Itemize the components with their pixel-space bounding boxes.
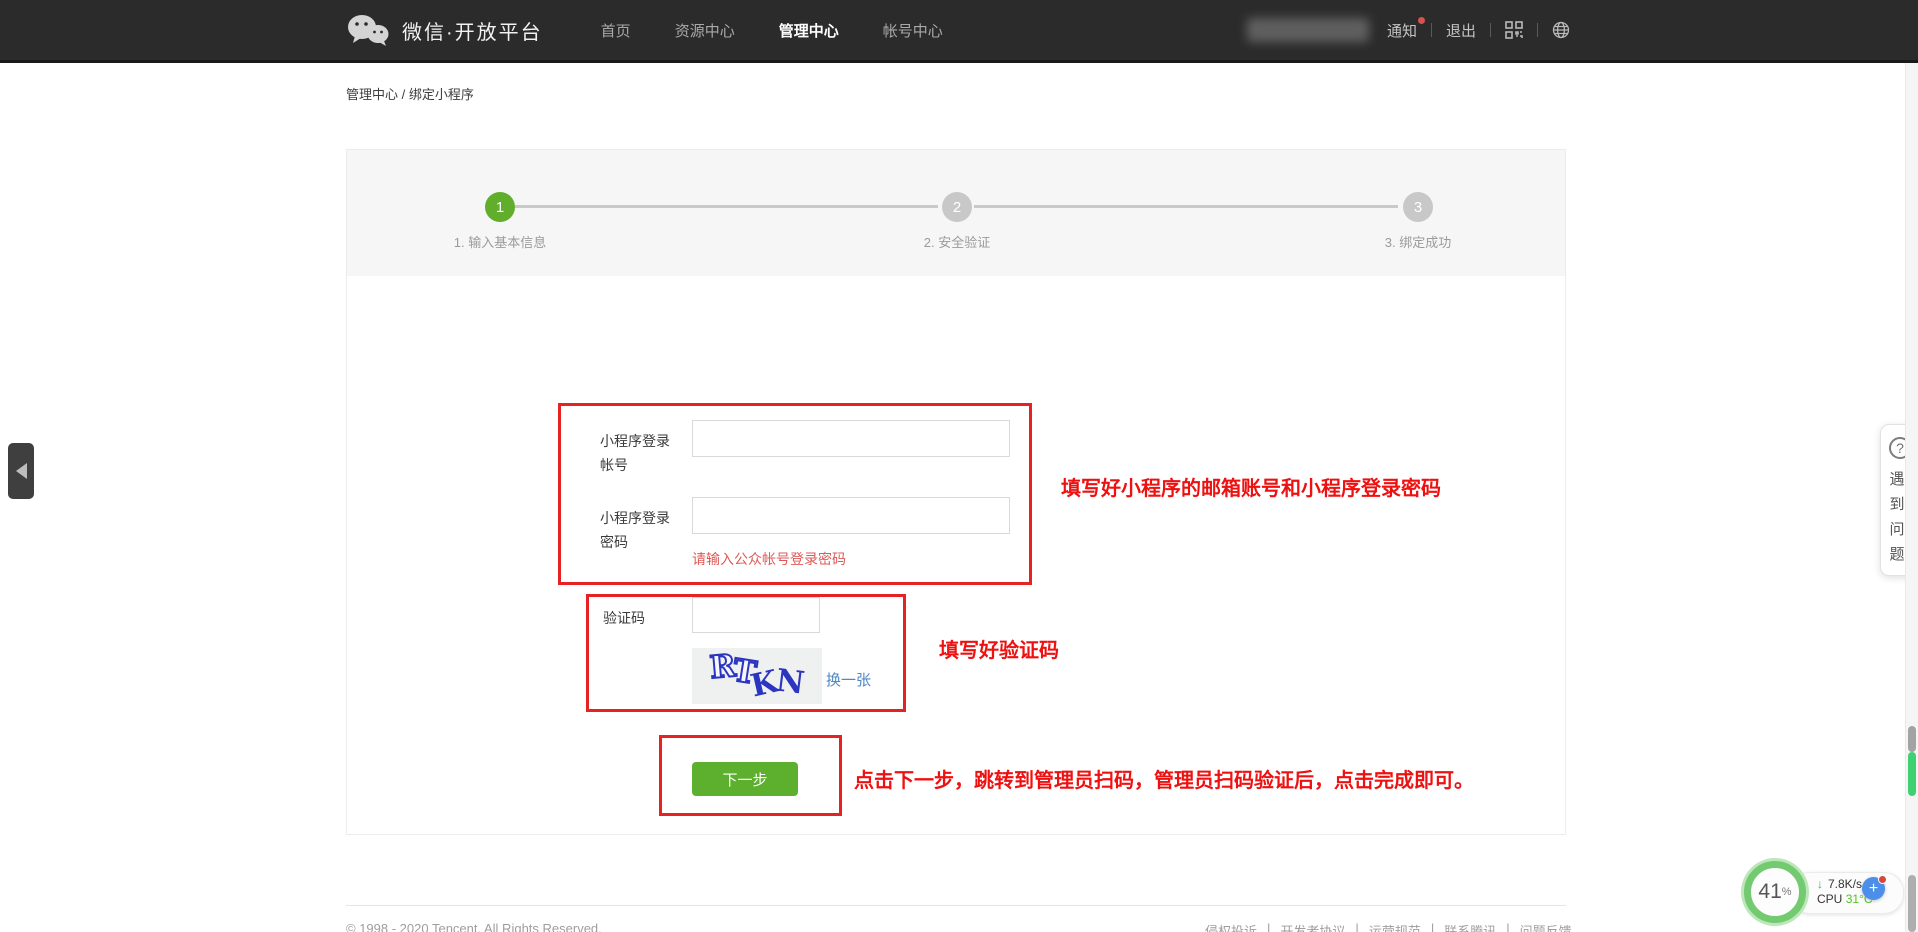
footer-copyright: © 1998 - 2020 Tencent. All Rights Reserv… <box>346 921 602 932</box>
plus-icon: + <box>1869 880 1878 898</box>
nav-item-home[interactable]: 首页 <box>601 20 631 41</box>
logout-link[interactable]: 退出 <box>1446 20 1476 41</box>
memory-percent-unit: % <box>1782 886 1792 898</box>
notice-label: 通知 <box>1387 23 1417 40</box>
step-connector <box>515 205 938 208</box>
download-arrow-icon: ↓ <box>1817 877 1823 891</box>
nav-item-account[interactable]: 帐号中心 <box>883 20 943 41</box>
scrollbar-thumb[interactable] <box>1908 726 1916 752</box>
navbar-right: 通知 退出 <box>1247 18 1570 42</box>
breadcrumb: 管理中心 / 绑定小程序 <box>346 84 474 103</box>
annotation-text-next: 点击下一步，跳转到管理员扫码，管理员扫码验证后，点击完成即可。 <box>854 764 1474 793</box>
footer-link[interactable]: 侵权投诉 <box>1205 921 1257 932</box>
divider <box>1490 23 1491 37</box>
annotation-box-credentials <box>558 403 1032 585</box>
footer-link[interactable]: 问题反馈 <box>1520 921 1572 932</box>
language-globe-icon[interactable] <box>1552 21 1570 39</box>
wechat-logo-icon <box>346 13 390 47</box>
notification-dot <box>1878 875 1887 884</box>
main-nav: 首页 资源中心 管理中心 帐号中心 <box>601 20 943 41</box>
step-2-circle: 2 <box>942 192 972 222</box>
step-1-label: 1. 输入基本信息 <box>454 232 546 251</box>
step-1-circle: 1 <box>485 192 515 222</box>
divider <box>1431 23 1432 37</box>
boost-plus-button[interactable]: + <box>1862 877 1885 900</box>
footer-separator: | <box>1431 921 1434 932</box>
step-3-circle: 3 <box>1403 192 1433 222</box>
brand-name: 微信·开放平台 <box>402 16 543 45</box>
step-connector <box>974 205 1398 208</box>
footer-link[interactable]: 运营规范 <box>1369 921 1421 932</box>
wechat-open-platform-page: 微信·开放平台 首页 资源中心 管理中心 帐号中心 通知 退出 <box>0 0 1918 932</box>
scrollbar-marker-green <box>1908 752 1916 796</box>
bind-miniprogram-card: 1 2 3 1. 输入基本信息 2. 安全验证 3. 绑定成功 小程序登录帐号 … <box>346 149 1566 835</box>
cpu-label: CPU <box>1817 892 1842 906</box>
footer-link[interactable]: 开发者协议 <box>1280 921 1345 932</box>
steps-header: 1 2 3 1. 输入基本信息 2. 安全验证 3. 绑定成功 <box>347 150 1565 276</box>
footer-links: 侵权投诉 | 开发者协议 | 运营规范 | 联系腾讯 | 问题反馈 <box>1205 921 1572 932</box>
top-navbar: 微信·开放平台 首页 资源中心 管理中心 帐号中心 通知 退出 <box>0 0 1918 63</box>
footer-separator: | <box>1506 921 1509 932</box>
account-name-blurred[interactable] <box>1247 18 1369 42</box>
annotation-text-credentials: 填写好小程序的邮箱账号和小程序登录密码 <box>1061 472 1441 501</box>
scrollbar-track[interactable] <box>1905 63 1918 932</box>
scrollbar-thumb[interactable] <box>1908 875 1916 932</box>
footer-separator: | <box>1267 921 1270 932</box>
nav-item-management[interactable]: 管理中心 <box>779 20 839 41</box>
notice-link[interactable]: 通知 <box>1387 20 1417 41</box>
help-tab-label: 遇到问题 <box>1889 467 1905 567</box>
qr-code-icon[interactable] <box>1505 21 1523 39</box>
step-3-label: 3. 绑定成功 <box>1385 232 1451 251</box>
download-speed: 7.8K/s <box>1828 877 1862 891</box>
memory-percent-value: 41 <box>1758 880 1781 904</box>
footer-separator: | <box>1355 921 1358 932</box>
collapse-arrow-icon <box>16 463 27 479</box>
brand: 微信·开放平台 <box>346 13 543 47</box>
annotation-text-captcha: 填写好验证码 <box>939 634 1059 663</box>
annotation-box-captcha <box>586 594 906 712</box>
footer-link[interactable]: 联系腾讯 <box>1444 921 1496 932</box>
sidebar-collapse-tab[interactable] <box>8 443 34 499</box>
memory-percent-ring[interactable]: 41 % <box>1744 861 1806 923</box>
notice-badge-dot <box>1418 17 1425 24</box>
nav-item-resources[interactable]: 资源中心 <box>675 20 735 41</box>
divider <box>1537 23 1538 37</box>
annotation-box-next <box>659 735 842 816</box>
footer-divider <box>346 905 1566 906</box>
step-2-label: 2. 安全验证 <box>924 232 990 251</box>
